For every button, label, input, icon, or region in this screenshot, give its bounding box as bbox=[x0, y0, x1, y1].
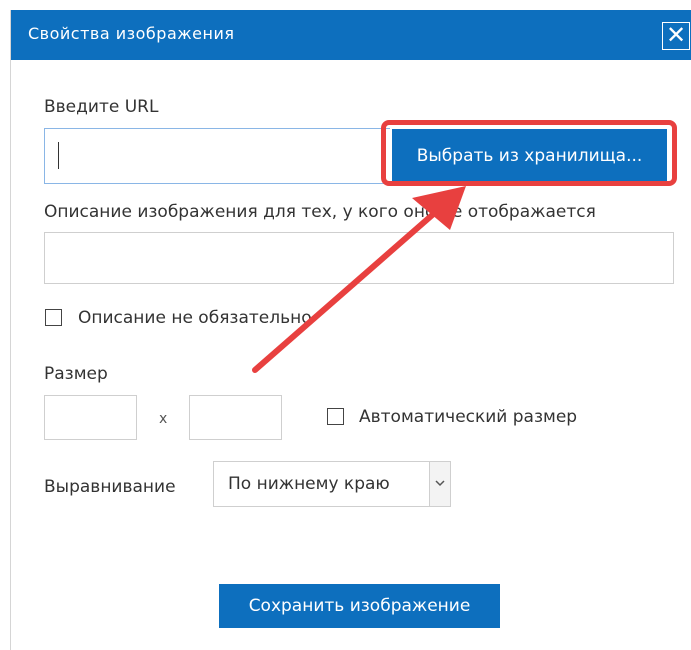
size-separator: x bbox=[159, 411, 168, 427]
alignment-label: Выравнивание bbox=[44, 477, 176, 497]
height-input[interactable] bbox=[189, 395, 282, 440]
url-label: Введите URL bbox=[44, 97, 159, 117]
alignment-selected-value: По нижнему краю bbox=[228, 474, 390, 494]
auto-size-label: Автоматический размер bbox=[359, 407, 578, 427]
chevron-down-icon[interactable] bbox=[429, 462, 450, 506]
url-input[interactable] bbox=[44, 128, 390, 184]
alignment-select[interactable]: По нижнему краю bbox=[213, 461, 451, 507]
alt-optional-checkbox[interactable] bbox=[45, 309, 62, 326]
alt-text-input[interactable] bbox=[44, 232, 674, 284]
save-image-button[interactable]: Сохранить изображение bbox=[219, 584, 500, 628]
choose-from-storage-button[interactable]: Выбрать из хранилища... bbox=[392, 129, 667, 183]
alt-text-label: Описание изображения для тех, у кого оно… bbox=[44, 202, 596, 222]
size-label: Размер bbox=[44, 364, 108, 384]
dialog-titlebar: Свойства изображения ✕ bbox=[11, 10, 691, 60]
close-button[interactable]: ✕ bbox=[662, 22, 690, 50]
text-caret bbox=[58, 142, 59, 169]
image-properties-dialog: Свойства изображения ✕ Введите URL Выбра… bbox=[10, 10, 691, 650]
auto-size-checkbox[interactable] bbox=[327, 408, 344, 425]
dialog-title: Свойства изображения bbox=[28, 24, 235, 43]
width-input[interactable] bbox=[44, 395, 137, 440]
alt-optional-label: Описание не обязательно bbox=[78, 308, 312, 328]
close-icon: ✕ bbox=[665, 21, 687, 49]
